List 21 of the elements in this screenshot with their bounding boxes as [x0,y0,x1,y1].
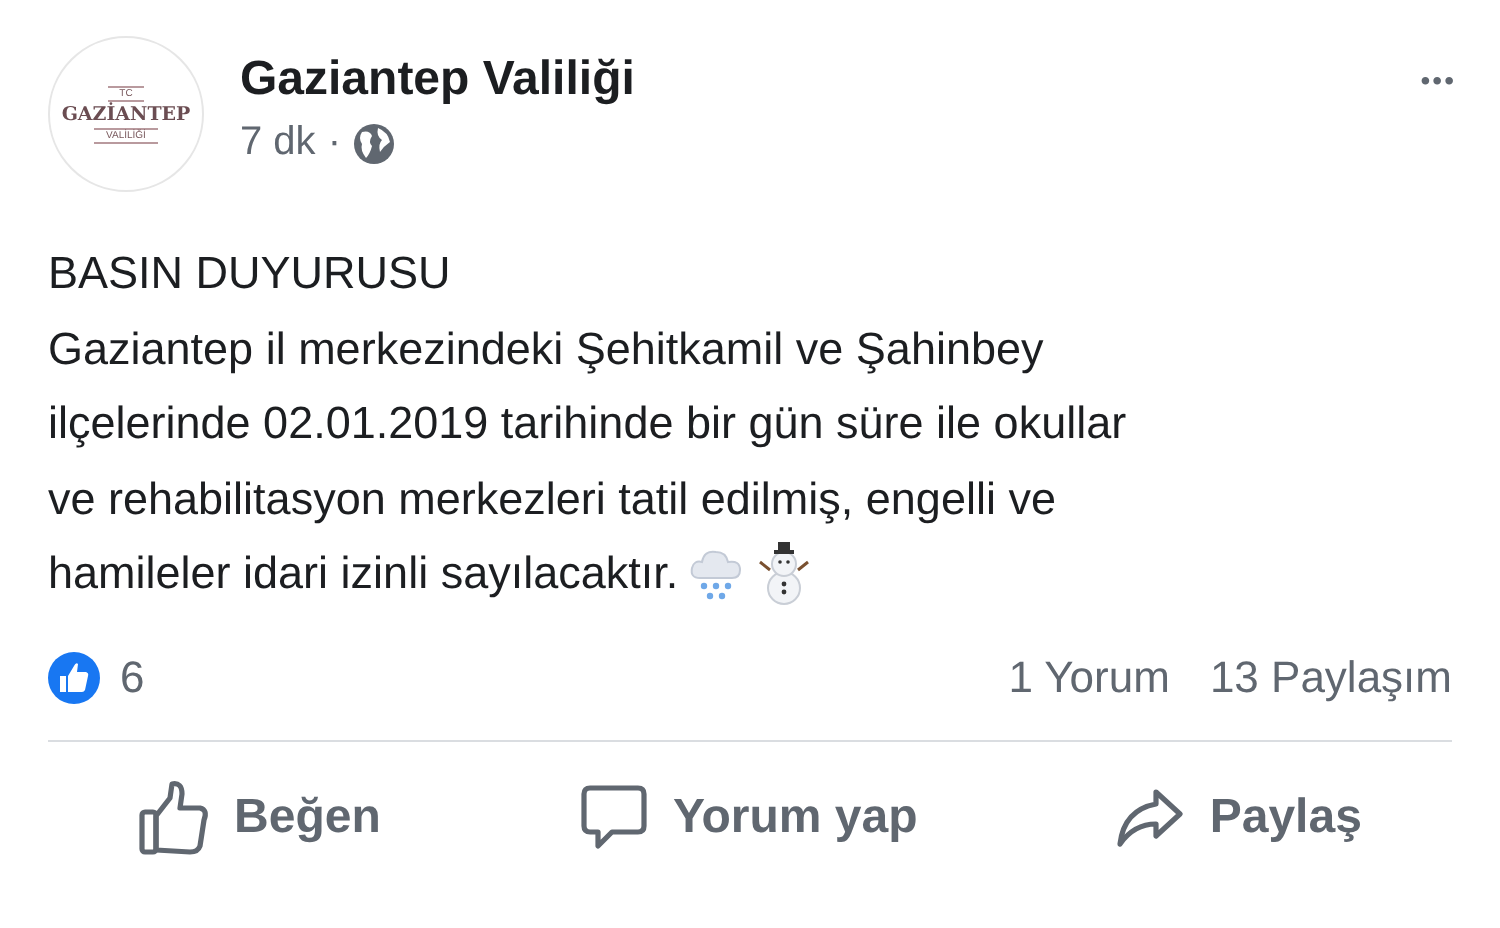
post-text: BASIN DUYURUSU [48,246,453,302]
post-text: ilçelerinde 02.01.2019 tarihinde bir gün süre ile okullar [48,396,1129,452]
globe-icon [352,121,397,165]
like-reaction-icon [48,651,100,703]
share-button[interactable]: Paylaş [1093,761,1382,873]
more-options-button[interactable]: ••• [1420,64,1456,96]
post-text: Gaziantep il merkezindeki Şehitkamil ve Şahinbey [48,321,1046,378]
page-name[interactable]: Gaziantep Valiliği [240,52,1421,108]
separator-dot: · [327,120,341,166]
post-text: hamileler idari izinli sayılacaktır. [48,546,679,602]
thumbs-up-icon [138,777,211,857]
speech-bubble-icon [577,781,649,853]
comment-button[interactable]: Yorum yap [557,761,938,873]
like-button[interactable]: Beğen [118,761,401,873]
comment-count[interactable]: 1 Yorum [1008,651,1170,703]
logo-text: GAZİANTEP [61,103,191,125]
post-time[interactable]: 7 dk [240,120,316,166]
share-arrow-icon [1113,785,1186,849]
post-text: ve rehabilitasyon merkezleri tatil edilmiş, engelli ve [48,471,1058,528]
share-count[interactable]: 13 Paylaşım [1209,651,1452,703]
reaction-count[interactable]: 6 [120,651,1009,703]
